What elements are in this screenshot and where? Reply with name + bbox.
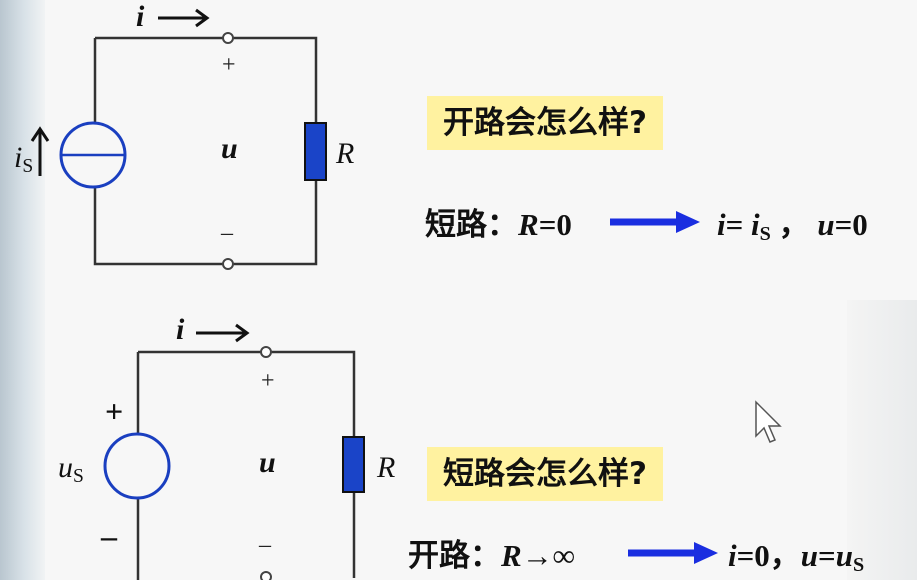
open-circuit-question: 开路会怎么样? bbox=[427, 96, 663, 150]
short-result-arrow-icon bbox=[610, 211, 700, 233]
bottom-voltage-label: u bbox=[259, 446, 276, 479]
top-circuit bbox=[93, 36, 318, 266]
open-label: 开路： bbox=[408, 538, 501, 574]
open-circuit-equation: 开路：R→∞ bbox=[408, 530, 575, 575]
source-plus-sign: + bbox=[105, 393, 124, 429]
bottom-plus-sign: + bbox=[261, 368, 275, 394]
voltage-source-symbol bbox=[103, 432, 171, 500]
bottom-wire-upper-right bbox=[269, 350, 356, 437]
top-voltage-label: u bbox=[221, 132, 238, 165]
top-current-label: i bbox=[136, 0, 145, 33]
current-source-symbol bbox=[59, 121, 127, 189]
top-terminal-upper bbox=[222, 32, 234, 44]
top-wire-upper-right bbox=[231, 36, 318, 122]
short-circuit-question: 短路会怎么样? bbox=[427, 447, 663, 501]
bottom-current-arrow-icon bbox=[196, 323, 250, 343]
top-resistor bbox=[304, 122, 327, 181]
source-minus-sign: – bbox=[101, 518, 117, 554]
open-result-arrow-icon bbox=[628, 542, 718, 564]
current-source-label: iS bbox=[14, 141, 34, 177]
top-wire-lower-left bbox=[93, 188, 225, 266]
short-cond-var: R bbox=[518, 207, 539, 242]
bottom-terminal-lower bbox=[260, 571, 272, 580]
bottom-terminal-upper bbox=[260, 346, 272, 358]
open-cond-var: R bbox=[501, 538, 522, 573]
short-cond-rest: =0 bbox=[538, 207, 572, 242]
short-circuit-result: i= iS ， u=0 bbox=[717, 207, 868, 246]
open-circuit-result: i=0，u=uS bbox=[728, 538, 865, 577]
source-current-arrow-icon bbox=[30, 126, 50, 176]
bottom-resistor-label: R bbox=[377, 451, 396, 484]
top-plus-sign: + bbox=[222, 52, 236, 78]
short-label: 短路： bbox=[425, 207, 518, 243]
bottom-resistor bbox=[342, 436, 365, 493]
bottom-minus-sign: – bbox=[259, 532, 271, 558]
top-terminal-lower bbox=[222, 258, 234, 270]
mouse-cursor-icon bbox=[755, 400, 782, 443]
short-circuit-equation: 短路：R=0 bbox=[425, 199, 572, 244]
top-resistor-label: R bbox=[336, 137, 355, 170]
open-cond-rest: →∞ bbox=[521, 538, 575, 573]
top-minus-sign: – bbox=[221, 220, 233, 246]
bottom-current-label: i bbox=[176, 313, 185, 346]
top-wire-lower-right bbox=[231, 180, 318, 266]
voltage-source-label: uS bbox=[58, 451, 84, 487]
top-current-arrow-icon bbox=[158, 8, 210, 28]
